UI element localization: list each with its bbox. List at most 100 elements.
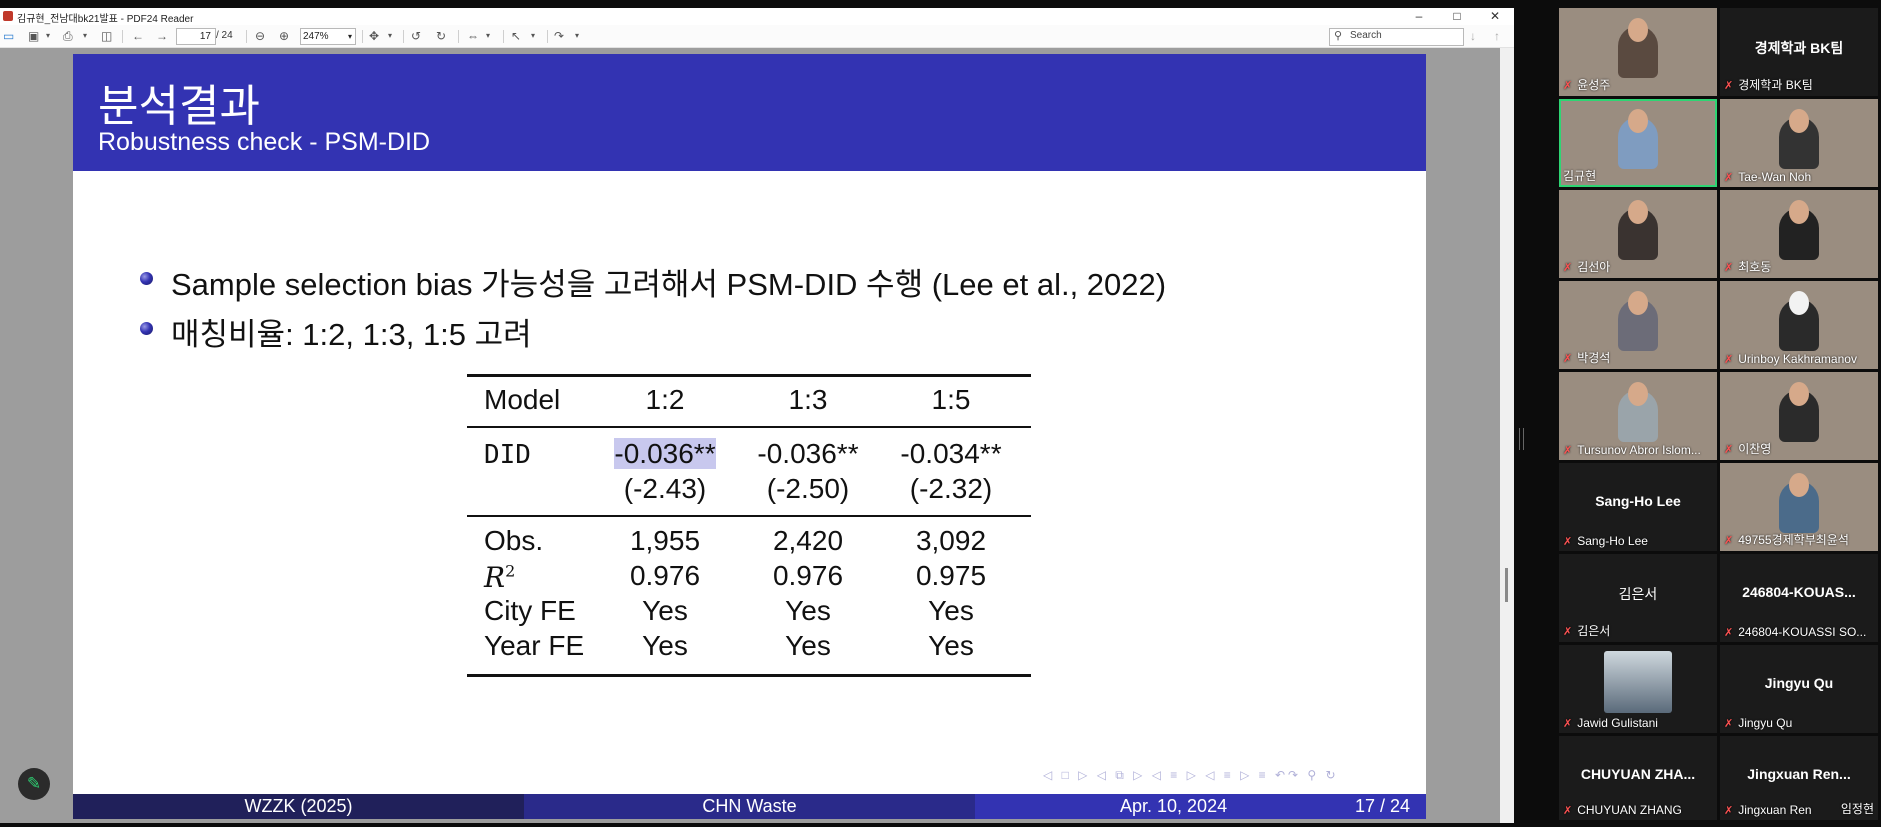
table-top-rule: [467, 374, 1031, 377]
participant-tile-active-speaker[interactable]: 김규현: [1559, 99, 1717, 187]
fit-width-icon[interactable]: ⇔: [467, 28, 479, 44]
participant-tile[interactable]: Jingyu Qu ✗ Jingyu Qu: [1720, 645, 1878, 733]
scrollbar-thumb[interactable]: [1505, 568, 1508, 602]
participant-tile[interactable]: ✗ Urinboy Kakhramanov: [1720, 281, 1878, 369]
pdf24-app-icon: [3, 11, 13, 21]
table-mid-rule: [467, 515, 1031, 517]
toolbar-separator: [458, 30, 459, 43]
zoom-out-icon[interactable]: ⊖: [255, 28, 265, 44]
participant-display-name: Sang-Ho Lee: [1595, 493, 1681, 509]
participant-display-name: CHUYUAN ZHA...: [1580, 766, 1696, 782]
search-placeholder: Search: [1350, 30, 1382, 41]
minimize-button[interactable]: ‒: [1402, 8, 1436, 25]
participant-tile[interactable]: ✗ 최호동: [1720, 190, 1878, 278]
vertical-scrollbar[interactable]: [1500, 48, 1514, 823]
page-number-input[interactable]: 17: [176, 28, 216, 45]
pan-dropdown-icon[interactable]: ▾: [388, 28, 392, 44]
participant-tile[interactable]: ✗ Tursunov Abror Islom...: [1559, 372, 1717, 460]
search-input[interactable]: ⚲ Search: [1329, 28, 1464, 46]
table-mid-rule: [467, 426, 1031, 428]
participant-display-name: 김은서: [1618, 586, 1658, 602]
annotate-pencil-icon[interactable]: ✎: [18, 768, 50, 800]
bullet-dot-icon: [140, 322, 153, 335]
overflow-participant-name: 임정현: [1840, 802, 1874, 816]
close-button[interactable]: ✕: [1478, 8, 1512, 25]
slide-subtitle: Robustness check - PSM-DID: [98, 128, 431, 156]
save-dropdown-icon[interactable]: ▾: [46, 28, 50, 44]
beamer-navigation-symbols[interactable]: ◁ □ ▷ ◁ ⧉ ▷ ◁ ≡ ▷ ◁ ≡ ▷ ≡ ↶↷ ⚲ ↻: [1043, 768, 1339, 783]
rotate-left-icon[interactable]: ↺: [411, 28, 421, 44]
rotate-right-icon[interactable]: ↻: [436, 28, 446, 44]
participant-tile[interactable]: ✗ Jawid Gulistani: [1559, 645, 1717, 733]
select-cursor-icon[interactable]: ↖: [511, 28, 521, 44]
mic-muted-icon: ✗: [1724, 172, 1734, 184]
toolbar: ▭ ▣ ▾ ⎙ ▾ ◫ ← → 17 / 24 ⊖ ⊕ 247% ▾ ✥ ▾ ↺…: [0, 25, 1514, 48]
save-icon[interactable]: ▣: [28, 28, 39, 44]
table-cell: 0.976: [629, 560, 701, 591]
sidebar-toggle-icon[interactable]: ◫: [101, 28, 112, 44]
print-dropdown-icon[interactable]: ▾: [83, 28, 87, 44]
mic-muted-icon: ✗: [1724, 627, 1734, 639]
participant-video: [1618, 18, 1658, 78]
panel-resize-handle[interactable]: [1519, 428, 1524, 450]
open-folder-icon[interactable]: ▭: [3, 28, 14, 44]
toolbar-separator: [362, 30, 363, 43]
participant-display-name: Jingyu Qu: [1764, 675, 1834, 691]
participant-tile[interactable]: ✗ Tae-Wan Noh: [1720, 99, 1878, 187]
participant-tile[interactable]: Sang-Ho Lee ✗ Sang-Ho Lee: [1559, 463, 1717, 551]
table-bottom-rule: [467, 674, 1031, 677]
footer-short-title: CHN Waste: [524, 794, 975, 819]
table-cell: Yes: [642, 595, 688, 626]
participant-tile[interactable]: ✗ 박경석: [1559, 281, 1717, 369]
participant-tile[interactable]: 김은서 ✗ 김은서: [1559, 554, 1717, 642]
participant-tile[interactable]: CHUYUAN ZHA... ✗ CHUYUAN ZHANG: [1559, 736, 1717, 820]
document-viewer[interactable]: 분석결과 Robustness check - PSM-DID Sample s…: [0, 48, 1500, 823]
participant-tile[interactable]: ✗ 49755경제학부최윤석: [1720, 463, 1878, 551]
row-label-year-fe: Year FE: [484, 630, 585, 661]
search-next-icon[interactable]: ↓: [1470, 28, 1476, 44]
zoom-select[interactable]: 247% ▾: [300, 28, 356, 45]
forward-arrow-icon[interactable]: →: [156, 28, 168, 44]
zoom-in-icon[interactable]: ⊕: [279, 28, 289, 44]
search-prev-icon[interactable]: ↑: [1494, 28, 1500, 44]
participant-name: ✗ 김은서: [1563, 624, 1611, 638]
participant-tile[interactable]: 경제학과 BK팀 ✗ 경제학과 BK팀: [1720, 8, 1878, 96]
slide-footer: WZZK (2025) CHN Waste Apr. 10, 2024 17 /…: [73, 794, 1426, 819]
mic-muted-icon: ✗: [1563, 805, 1573, 817]
participant-video: [1779, 473, 1819, 533]
participant-tile[interactable]: ✗ 이찬영: [1720, 372, 1878, 460]
selected-text-highlight[interactable]: -0.036**: [614, 438, 716, 469]
share-dropdown-icon[interactable]: ▾: [575, 28, 579, 44]
table-cell: Yes: [642, 630, 688, 661]
participant-tile[interactable]: ✗ 윤성주: [1559, 8, 1717, 96]
share-icon[interactable]: ↷: [554, 28, 564, 44]
participant-video: [1604, 651, 1672, 713]
zoom-value: 247%: [303, 31, 329, 42]
participant-name: ✗ Jingyu Qu: [1724, 716, 1793, 730]
pdf-reader-window: 김규현_전남대bk21발표 - PDF24 Reader ‒ □ ✕ ▭ ▣ ▾…: [0, 8, 1514, 823]
participant-name: ✗ Tae-Wan Noh: [1724, 170, 1812, 184]
participant-name: ✗ 이찬영: [1724, 442, 1772, 456]
print-icon[interactable]: ⎙: [63, 28, 73, 44]
fit-dropdown-icon[interactable]: ▾: [486, 28, 490, 44]
participant-name: ✗ 246804-KOUASSI SO...: [1724, 625, 1867, 639]
participant-tile[interactable]: ✗ 김선아: [1559, 190, 1717, 278]
participant-tile[interactable]: Jingxuan Ren... ✗ Jingxuan Ren 임정현: [1720, 736, 1878, 820]
back-arrow-icon[interactable]: ←: [132, 28, 144, 44]
bullet-text: Sample selection bias 가능성을 고려해서 PSM-DID …: [171, 267, 1167, 302]
mic-muted-icon: ✗: [1724, 535, 1734, 547]
participant-video: [1618, 109, 1658, 169]
mic-muted-icon: ✗: [1563, 626, 1573, 638]
participant-video: [1779, 200, 1819, 260]
page-total: / 24: [216, 30, 233, 41]
select-dropdown-icon[interactable]: ▾: [531, 28, 535, 44]
pdf-page-slide: 분석결과 Robustness check - PSM-DID Sample s…: [73, 54, 1426, 819]
participant-tile[interactable]: 246804-KOUAS... ✗ 246804-KOUASSI SO...: [1720, 554, 1878, 642]
pan-tool-icon[interactable]: ✥: [369, 28, 379, 44]
participant-name: ✗ Tursunov Abror Islom...: [1563, 443, 1701, 457]
did-tstat-1-3: (-2.50): [766, 473, 850, 504]
window-title: 김규현_전남대bk21발표 - PDF24 Reader: [17, 14, 194, 25]
table-cell: 0.975: [915, 560, 987, 591]
maximize-button[interactable]: □: [1440, 8, 1474, 25]
mic-muted-icon: ✗: [1724, 262, 1734, 274]
